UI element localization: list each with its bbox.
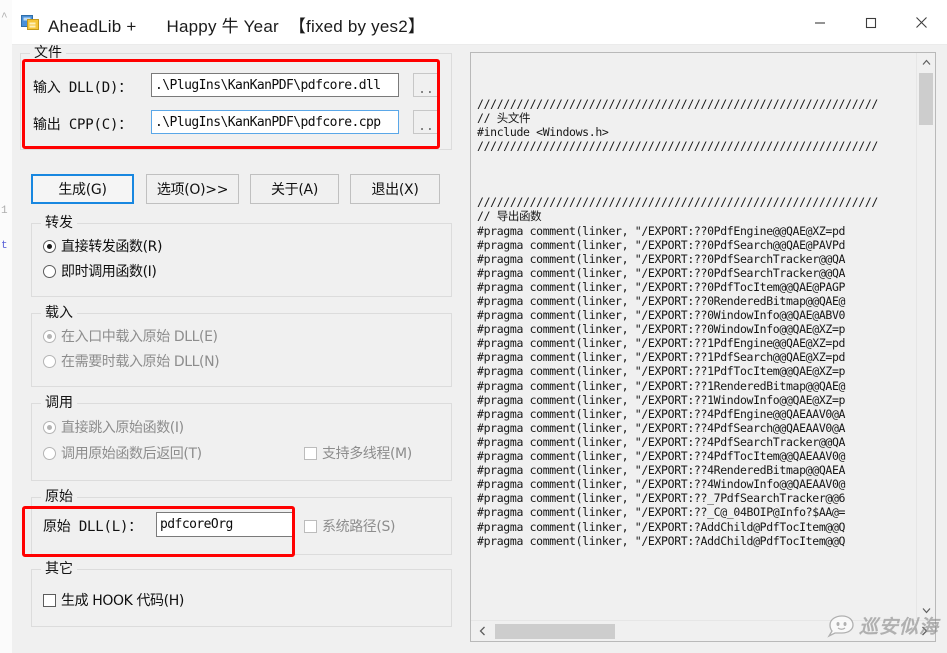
call-option-return[interactable]: 调用原始函数后返回(T) — [43, 443, 202, 463]
hook-label: 生成 HOOK 代码(H) — [61, 593, 184, 609]
radio-icon — [43, 354, 56, 368]
code-preview-viewport[interactable]: ////////////////////////////////////////… — [473, 55, 915, 619]
original-dll-field[interactable]: pdfcoreOrg — [156, 512, 293, 537]
group-load-title: 载入 — [41, 305, 77, 321]
minimize-icon — [814, 21, 825, 24]
group-call-title: 调用 — [41, 395, 77, 411]
window-controls — [794, 0, 947, 45]
maximize-icon — [865, 17, 876, 28]
title-greeting: Happy 牛 Year — [166, 17, 279, 36]
scroll-right-icon[interactable] — [915, 621, 933, 641]
radio-icon — [43, 329, 56, 343]
load-option-ondemand-label: 在需要时载入原始 DLL(N) — [61, 354, 220, 370]
code-preview-text: ////////////////////////////////////////… — [477, 96, 878, 548]
syspath-checkbox-row[interactable]: 系统路径(S) — [304, 516, 395, 536]
group-load: 载入 在入口中载入原始 DLL(E) 在需要时载入原始 DLL(N) — [31, 305, 452, 387]
code-preview-pane: ////////////////////////////////////////… — [470, 52, 936, 642]
checkbox-icon — [43, 593, 56, 607]
load-option-entry[interactable]: 在入口中载入原始 DLL(E) — [43, 326, 218, 346]
forward-option-direct-label: 直接转发函数(R) — [61, 239, 163, 255]
load-option-entry-label: 在入口中载入原始 DLL(E) — [61, 329, 218, 345]
scroll-up-icon[interactable] — [917, 53, 935, 71]
call-option-jump[interactable]: 直接跳入原始函数(I) — [43, 417, 184, 437]
about-button[interactable]: 关于(A) — [250, 174, 339, 204]
scroll-left-icon[interactable] — [473, 621, 491, 641]
forward-option-direct[interactable]: 直接转发函数(R) — [43, 236, 162, 256]
output-cpp-field[interactable]: .\PlugIns\KanKanPDF\pdfcore.cpp — [151, 110, 399, 134]
input-dll-field[interactable]: .\PlugIns\KanKanPDF\pdfcore.dll — [151, 73, 399, 97]
group-original: 原始 原始 DLL(L)： pdfcoreOrg 系统路径(S) — [31, 489, 452, 555]
close-button[interactable] — [896, 0, 947, 45]
forward-option-immediate-label: 即时调用函数(I) — [61, 264, 157, 280]
bg-artifact-1: 1 — [1, 205, 8, 217]
input-dll-browse-button[interactable]: .. — [413, 73, 439, 97]
forward-option-immediate[interactable]: 即时调用函数(I) — [43, 261, 157, 281]
options-button[interactable]: 选项(O)>> — [146, 174, 239, 204]
bg-artifact-2: t — [1, 240, 8, 252]
multithread-label: 支持多线程(M) — [322, 446, 412, 462]
group-forward: 转发 直接转发函数(R) 即时调用函数(I) — [31, 215, 452, 297]
code-vertical-scroll-thumb[interactable] — [919, 73, 933, 125]
call-option-jump-label: 直接跳入原始函数(I) — [61, 420, 184, 436]
application-window: ^ 1 t AheadLib + Happy 牛 Year 【fixed by ye… — [0, 0, 947, 653]
title-app-name: AheadLib + — [48, 17, 137, 36]
load-option-ondemand[interactable]: 在需要时载入原始 DLL(N) — [43, 351, 220, 371]
radio-icon — [43, 420, 56, 434]
close-icon — [916, 17, 927, 28]
scroll-down-icon[interactable] — [917, 601, 935, 619]
group-call: 调用 直接跳入原始函数(I) 调用原始函数后返回(T) 支持多线程(M) — [31, 395, 452, 481]
group-forward-title: 转发 — [41, 215, 77, 231]
title-tag: 【fixed by yes2】 — [288, 17, 426, 36]
group-file: 文件 输入 DLL(D)： .\PlugIns\KanKanPDF\pdfcor… — [20, 45, 452, 150]
app-icon — [21, 15, 39, 30]
code-horizontal-scrollbar[interactable] — [471, 620, 935, 641]
window-title: AheadLib + Happy 牛 Year 【fixed by yes2】 — [48, 12, 425, 37]
original-dll-label: 原始 DLL(L)： — [43, 519, 143, 535]
maximize-button[interactable] — [845, 0, 896, 45]
hook-checkbox-row[interactable]: 生成 HOOK 代码(H) — [43, 590, 184, 610]
radio-icon — [43, 264, 56, 278]
radio-icon — [43, 446, 56, 460]
exit-button[interactable]: 退出(X) — [350, 174, 440, 204]
output-cpp-browse-button[interactable]: .. — [413, 110, 439, 134]
group-original-title: 原始 — [41, 489, 77, 505]
syspath-label: 系统路径(S) — [322, 519, 396, 535]
client-area: 文件 输入 DLL(D)： .\PlugIns\KanKanPDF\pdfcor… — [12, 45, 947, 653]
call-option-return-label: 调用原始函数后返回(T) — [61, 446, 202, 462]
code-horizontal-scroll-thumb[interactable] — [495, 624, 615, 639]
code-vertical-scrollbar[interactable] — [916, 53, 935, 619]
output-cpp-label: 输出 CPP(C)： — [33, 117, 133, 133]
checkbox-icon — [304, 446, 317, 460]
checkbox-icon — [304, 519, 317, 533]
minimize-button[interactable] — [794, 0, 845, 45]
input-dll-label: 输入 DLL(D)： — [33, 80, 133, 96]
settings-pane: 文件 输入 DLL(D)： .\PlugIns\KanKanPDF\pdfcor… — [20, 45, 463, 653]
group-file-title: 文件 — [30, 45, 66, 61]
radio-icon — [43, 239, 56, 253]
title-bar: AheadLib + Happy 牛 Year 【fixed by yes2】 — [12, 0, 947, 45]
group-other-title: 其它 — [41, 561, 77, 577]
generate-button[interactable]: 生成(G) — [31, 174, 134, 204]
group-other: 其它 生成 HOOK 代码(H) — [31, 561, 452, 627]
multithread-checkbox-row[interactable]: 支持多线程(M) — [304, 443, 412, 463]
bg-artifact-0: ^ — [1, 12, 8, 24]
